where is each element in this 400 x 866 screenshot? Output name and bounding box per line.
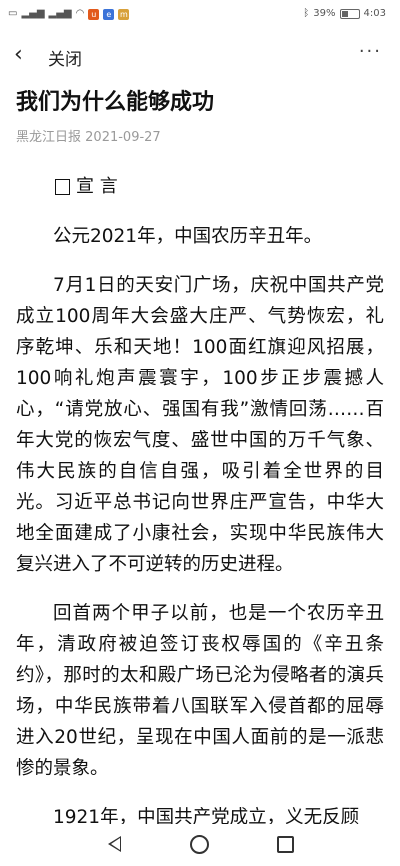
article-title: 我们为什么能够成功 (16, 90, 215, 115)
article-meta: 黑龙江日报 2021-09-27 (16, 126, 384, 145)
app-badge-icon: u (88, 8, 100, 20)
author-box-icon (55, 179, 70, 195)
status-left-icons: ▭ ▂▄▆ ▂▄▆ ◠ u e m (8, 7, 130, 21)
battery-icon (339, 9, 360, 19)
article-paragraph: 回首两个甲子以前，也是一个农历辛丑年，清政府被迫签订丧权辱国的《辛丑条约》，那时… (16, 603, 384, 779)
article-source: 黑龙江日报 (16, 130, 82, 145)
article-paragraph: 公元2021年，中国农历辛丑年。 (53, 226, 323, 247)
close-button[interactable]: 关闭 (48, 45, 82, 70)
app-badge-icon: e (103, 8, 115, 20)
author-name: 宣 言 (76, 176, 118, 197)
more-options-icon[interactable]: ··· (359, 41, 382, 62)
article-date: 2021-09-27 (85, 130, 161, 145)
sim-card-icon: ▭ (8, 8, 18, 19)
triangle-back-icon[interactable] (108, 836, 121, 852)
square-recent-icon[interactable] (277, 836, 294, 853)
back-chevron-icon[interactable]: ‹ (14, 43, 23, 67)
battery-level (341, 11, 348, 17)
article-content: 我们为什么能够成功 黑龙江日报 2021-09-27 宣 言 公元2021年，中… (0, 88, 400, 833)
wifi-icon: ◠ (75, 8, 85, 19)
top-navbar: ‹ 关闭 ··· (0, 35, 400, 75)
article-paragraph: 7月1日的天安门广场，庆祝中国共产党成立100周年大会盛大庄严、气势恢宏，礼序乾… (16, 275, 384, 575)
circle-home-icon[interactable] (190, 835, 209, 854)
battery-percent: 39% (313, 8, 336, 19)
app-badge-icon: m (118, 8, 130, 20)
signal-icon: ▂▄▆ (48, 8, 72, 19)
article-author: 宣 言 (55, 175, 400, 199)
status-bar: ▭ ▂▄▆ ▂▄▆ ◠ u e m ᛒ 39% 4:03 (0, 0, 400, 30)
bluetooth-icon: ᛒ (303, 8, 310, 19)
article-body: 公元2021年，中国农历辛丑年。 7月1日的天安门广场，庆祝中国共产党成立100… (16, 221, 384, 833)
status-right-icons: ᛒ 39% 4:03 (303, 7, 386, 21)
clock: 4:03 (363, 8, 386, 19)
signal-icon: ▂▄▆ (21, 8, 45, 19)
system-nav-bar (0, 824, 400, 866)
